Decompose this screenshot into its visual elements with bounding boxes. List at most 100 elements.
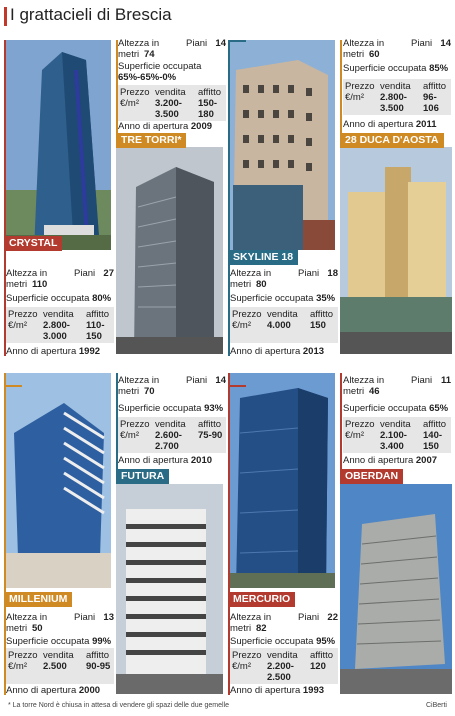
tag-futura: FUTURA [116, 469, 170, 484]
label-superficie: Superficie occupata [6, 293, 90, 304]
photo-mercurio [228, 373, 335, 588]
label-vendita: vendita [267, 309, 298, 320]
page-title: I grattacieli di Brescia [10, 5, 172, 24]
photo-crystal [4, 40, 111, 250]
value-piani: 22 [327, 612, 338, 623]
value-vendita: 2.800-3.500 [380, 92, 407, 114]
value-vendita: 2.200-2.500 [267, 661, 294, 683]
photo-28-duca-daosta [340, 147, 452, 354]
photo-oberdan [340, 484, 452, 694]
label-superficie: Superficie occupata [343, 403, 427, 414]
label-superficie: Superficie occupata [6, 636, 90, 647]
connector-mercurio-h [228, 385, 246, 387]
value-affitto: 150 [310, 320, 326, 331]
photo-tre-torri [116, 147, 223, 354]
label-prezzo: Prezzo €/m² [345, 419, 375, 441]
value-affitto: 96-106 [423, 92, 439, 114]
label-affitto: affitto [198, 419, 222, 430]
value-vendita: 4.000 [267, 320, 291, 331]
label-piani: Piani [74, 268, 96, 279]
label-anno: Anno di apertura [343, 119, 414, 130]
label-vendita: vendita [380, 419, 411, 430]
value-altezza: 82 [256, 623, 267, 634]
tag-millenium: MILLENIUM [4, 592, 73, 607]
value-altezza: 70 [144, 386, 155, 397]
label-prezzo: Prezzo €/m² [8, 650, 38, 672]
value-affitto: 150-180 [198, 98, 218, 120]
value-piani: 14 [215, 375, 226, 386]
label-affitto: affitto [86, 309, 110, 320]
label-vendita: vendita [155, 419, 186, 430]
label-superficie: Superficie occupata [343, 63, 427, 74]
label-anno: Anno di apertura [6, 346, 77, 357]
label-vendita: vendita [43, 309, 74, 320]
label-anno: Anno di apertura [230, 346, 301, 357]
value-anno: 2011 [415, 119, 437, 130]
tag-crystal: CRYSTAL [4, 236, 63, 251]
photo-futura [116, 484, 223, 694]
title-accent-bar [4, 7, 7, 26]
label-anno: Anno di apertura [343, 455, 414, 466]
label-vendita: vendita [380, 81, 411, 92]
label-affitto: affitto [198, 87, 222, 98]
value-superficie: 65% [429, 403, 449, 414]
value-piani: 27 [103, 268, 114, 279]
value-vendita: 2.100-3.400 [380, 430, 407, 452]
label-affitto: affitto [310, 650, 334, 661]
label-superficie: Superficie occupata [118, 403, 202, 414]
connector-skyline-h [228, 40, 246, 42]
value-piani: 14 [215, 38, 226, 49]
footnote: * La torre Nord è chiusa in attesa di ve… [8, 702, 230, 709]
photo-skyline-18 [228, 40, 335, 250]
label-anno: Anno di apertura [6, 685, 77, 696]
value-superficie: 93% [204, 403, 224, 414]
label-anno: Anno di apertura [230, 685, 301, 696]
value-altezza: 110 [32, 279, 48, 290]
value-superficie: 80% [92, 293, 112, 304]
value-piani: 13 [103, 612, 114, 623]
tag-tre-torri: TRE TORRI* [116, 133, 187, 148]
value-affitto: 75-90 [198, 430, 223, 441]
price-box: Prezzo €/m² vendita 2.500 affitto 90-95 [6, 648, 114, 684]
label-vendita: vendita [155, 87, 186, 98]
label-affitto: affitto [86, 650, 110, 661]
price-box: Prezzo €/m² vendita 2.800-3.500 affitto … [343, 79, 451, 115]
connector-millenium-h [4, 385, 22, 387]
label-piani: Piani [298, 268, 320, 279]
value-altezza: 50 [32, 623, 43, 634]
value-altezza: 46 [369, 386, 380, 397]
value-vendita: 2.500 [43, 661, 67, 672]
value-affitto: 120 [310, 661, 326, 672]
tag-skyline-18: SKYLINE 18 [228, 250, 299, 265]
label-piani: Piani [186, 38, 208, 49]
label-prezzo: Prezzo €/m² [120, 87, 150, 109]
value-anno: 2007 [415, 455, 438, 466]
price-box: Prezzo €/m² vendita 4.000 affitto 150 [230, 307, 338, 343]
photo-millenium [4, 373, 111, 588]
tag-mercurio: MERCURIO [228, 592, 296, 607]
label-piani: Piani [74, 612, 96, 623]
label-anno: Anno di apertura [118, 455, 189, 466]
value-altezza: 74 [144, 49, 155, 60]
label-affitto: affitto [423, 419, 447, 430]
value-affitto: 90-95 [86, 661, 111, 672]
value-anno: 2000 [78, 685, 101, 696]
label-vendita: vendita [267, 650, 298, 661]
tag-oberdan: OBERDAN [340, 469, 404, 484]
label-superficie: Superficie occupata [230, 636, 314, 647]
value-vendita: 2.800-3.000 [43, 320, 70, 342]
value-superficie: 99% [92, 636, 112, 647]
value-piani: 18 [327, 268, 338, 279]
value-anno: 1993 [302, 685, 325, 696]
value-superficie: 85% [429, 63, 449, 74]
label-piani: Piani [411, 38, 433, 49]
label-prezzo: Prezzo €/m² [345, 81, 375, 103]
label-superficie: Superficie occupata [118, 61, 202, 72]
value-vendita: 2.600-2.700 [155, 430, 182, 452]
value-vendita: 3.200-3.500 [155, 98, 182, 120]
label-piani: Piani [186, 375, 208, 386]
value-anno: 2013 [302, 346, 325, 357]
label-prezzo: Prezzo €/m² [8, 309, 38, 331]
price-box: Prezzo €/m² vendita 2.800-3.000 affitto … [6, 307, 114, 343]
value-superficie: 95% [316, 636, 336, 647]
